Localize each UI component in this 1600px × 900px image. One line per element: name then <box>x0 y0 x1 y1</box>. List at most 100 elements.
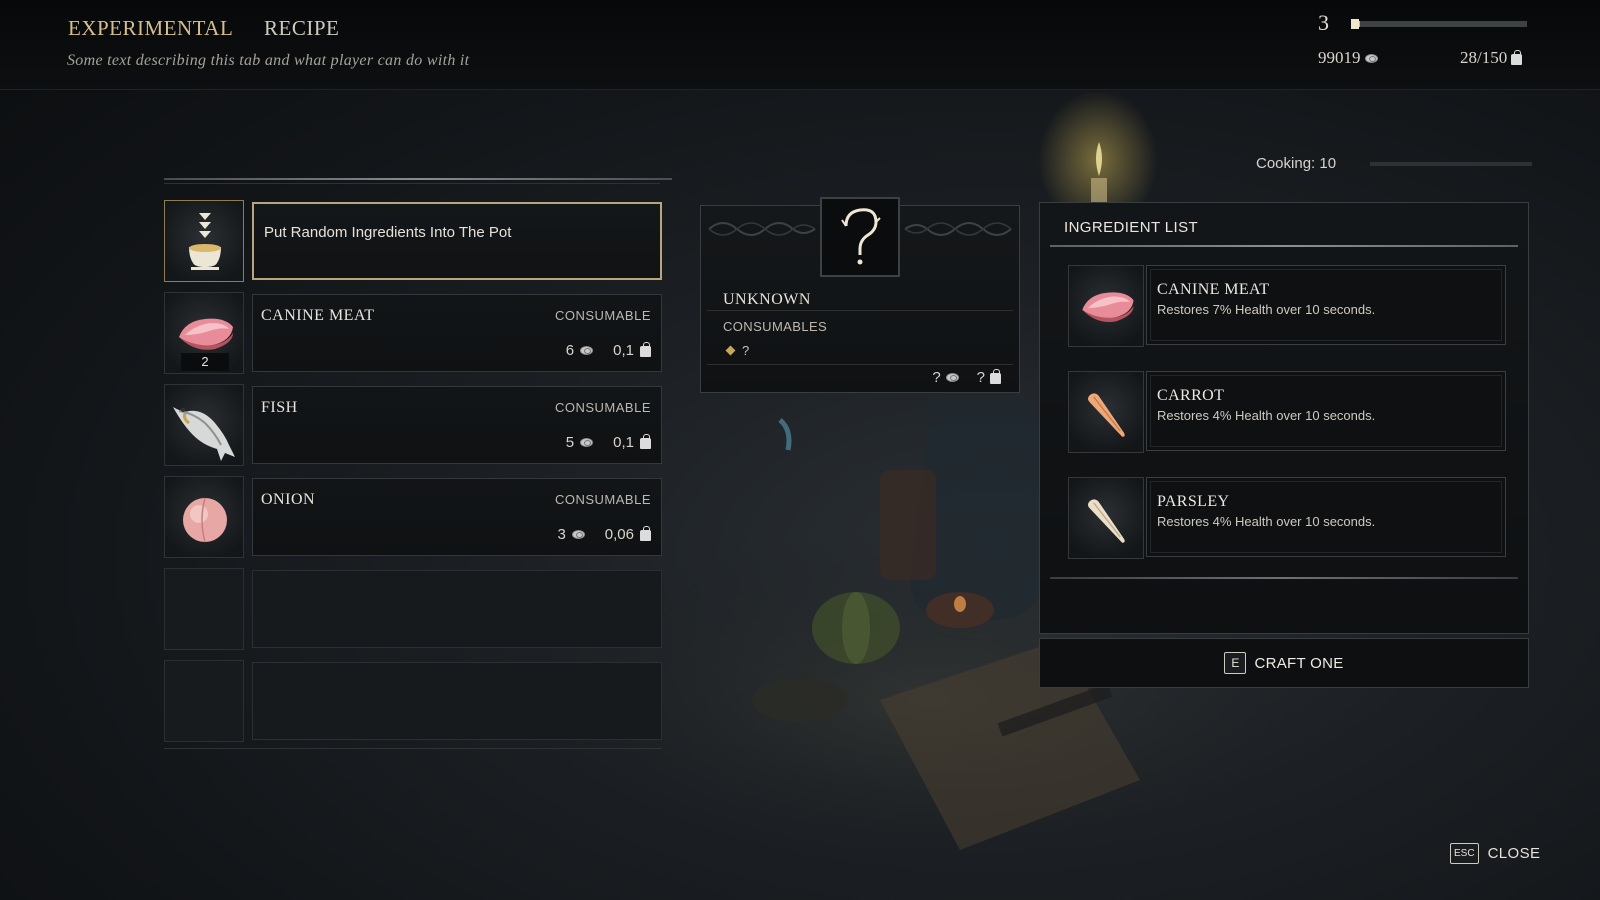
item-thumb <box>164 384 244 466</box>
tab-description: Some text describing this tab and what p… <box>67 52 470 69</box>
item-thumb: 2 <box>164 292 244 374</box>
level-progress-bar <box>1351 19 1527 29</box>
coin-icon <box>580 438 594 447</box>
item-price: 3 <box>557 526 566 543</box>
empty-slot-thumb <box>164 660 244 742</box>
top-bar: EXPERIMENTAL RECIPE Some text describing… <box>0 0 1600 90</box>
random-ingredients-row[interactable]: Put Random Ingredients Into The Pot <box>164 200 662 282</box>
result-name: UNKNOWN <box>723 291 811 308</box>
ingredient-list-title: INGREDIENT LIST <box>1064 219 1199 236</box>
close-label: CLOSE <box>1487 845 1541 862</box>
result-icon-frame <box>820 197 900 277</box>
empty-slot-row <box>164 660 662 742</box>
item-price: 6 <box>565 342 575 359</box>
empty-slot-row <box>164 568 662 650</box>
coin-icon <box>1364 53 1378 63</box>
item-weight: 0,1 <box>613 434 634 451</box>
craft-one-label: CRAFT ONE <box>1254 654 1344 672</box>
weight-icon <box>1511 49 1523 65</box>
item-values: 6 0,1 <box>566 342 651 359</box>
cooking-skill-label: Cooking: 10 <box>1256 155 1337 172</box>
gold-amount: 99019 <box>1318 48 1361 67</box>
item-category: CONSUMABLE <box>554 308 651 323</box>
item-panel[interactable]: ONION CONSUMABLE 3 0,06 <box>252 478 662 556</box>
inventory-item-row[interactable]: 2 CANINE MEAT CONSUMABLE 6 0,1 <box>164 292 662 374</box>
item-panel[interactable]: CANINE MEAT CONSUMABLE 6 0,1 <box>252 294 662 372</box>
tab-experimental[interactable]: EXPERIMENTAL <box>68 16 233 41</box>
craft-one-button[interactable]: E CRAFT ONE <box>1039 638 1529 688</box>
item-quantity: 2 <box>181 353 229 371</box>
ingredient-description: Restores 4% Health over 10 seconds. <box>1157 514 1376 529</box>
ingredient-panel: CARROT Restores 4% Health over 10 second… <box>1146 371 1506 451</box>
result-divider <box>707 310 1013 311</box>
weight-icon <box>640 434 651 449</box>
ornament-left-icon <box>708 222 816 236</box>
e-key-icon: E <box>1224 652 1247 674</box>
ingredient-thumb <box>1068 265 1144 347</box>
onion-icon <box>183 497 227 543</box>
item-category: CONSUMABLE <box>554 492 651 507</box>
result-bottom-divider <box>707 364 1013 365</box>
ingredient-name: PARSLEY <box>1157 493 1230 510</box>
left-list-top-divider-thin <box>164 183 660 184</box>
item-price: 5 <box>565 434 575 451</box>
result-rarity-value: ? <box>742 343 750 358</box>
ingredient-name: CARROT <box>1157 387 1225 404</box>
parsley-root-icon <box>1088 499 1125 543</box>
weight-icon <box>640 342 651 357</box>
weight-counter: 28/150 <box>1460 48 1523 68</box>
ingredient-panel: PARSLEY Restores 4% Health over 10 secon… <box>1146 477 1506 557</box>
result-category: CONSUMABLES <box>723 319 828 334</box>
item-weight: 0,1 <box>613 342 634 359</box>
result-weight: ? <box>976 369 985 386</box>
result-price: ? <box>932 369 941 386</box>
weight-amount: 28/150 <box>1460 48 1508 67</box>
inventory-item-row[interactable]: ONION CONSUMABLE 3 0,06 <box>164 476 662 558</box>
cooking-progress-bar <box>1370 162 1532 166</box>
ingredient-list-card: INGREDIENT LIST CANINE MEAT Restores 7% … <box>1039 202 1529 634</box>
left-list-top-divider <box>164 178 672 180</box>
coin-icon <box>571 530 585 539</box>
meat-icon <box>1082 292 1134 323</box>
pot-ingredients-icon <box>189 213 221 270</box>
level-progress-marker <box>1351 19 1359 29</box>
ingredient-panel: CANINE MEAT Restores 7% Health over 10 s… <box>1146 265 1506 345</box>
ingredient-row: CANINE MEAT Restores 7% Health over 10 s… <box>1068 265 1506 347</box>
result-values: ? ? <box>932 369 1001 386</box>
ingredient-list-divider <box>1050 245 1518 247</box>
random-ingredients-panel[interactable]: Put Random Ingredients Into The Pot <box>252 202 662 280</box>
ingredient-list-bottom-divider <box>1050 577 1518 579</box>
ornament-right-icon <box>904 222 1012 236</box>
ingredient-description: Restores 4% Health over 10 seconds. <box>1157 408 1376 423</box>
ingredient-thumb <box>1068 477 1144 559</box>
item-panel[interactable]: FISH CONSUMABLE 5 0,1 <box>252 386 662 464</box>
item-name: CANINE MEAT <box>261 307 375 324</box>
item-name: FISH <box>261 399 298 416</box>
empty-slot-panel <box>252 662 662 740</box>
inventory-item-row[interactable]: FISH CONSUMABLE 5 0,1 <box>164 384 662 466</box>
random-ingredients-label: Put Random Ingredients Into The Pot <box>264 224 512 241</box>
rarity-diamond-icon <box>725 345 736 356</box>
ingredient-row: PARSLEY Restores 4% Health over 10 secon… <box>1068 477 1506 559</box>
coin-icon <box>945 373 959 382</box>
gold-counter: 99019 <box>1318 48 1378 68</box>
empty-slot-panel <box>252 570 662 648</box>
close-button[interactable]: ESC CLOSE <box>1450 843 1540 864</box>
random-ingredients-thumb <box>164 200 244 282</box>
esc-key-icon: ESC <box>1450 843 1479 864</box>
ingredient-thumb <box>1068 371 1144 453</box>
item-thumb <box>164 476 244 558</box>
ingredient-description: Restores 7% Health over 10 seconds. <box>1157 302 1376 317</box>
weight-icon <box>990 369 1001 384</box>
weight-icon <box>640 526 651 541</box>
left-list-bottom-divider <box>164 748 662 749</box>
fish-icon <box>173 407 235 461</box>
carrot-icon <box>1088 393 1125 437</box>
question-mark-icon <box>841 208 881 265</box>
item-name: ONION <box>261 491 316 508</box>
tab-recipe[interactable]: RECIPE <box>264 16 339 41</box>
item-weight: 0,06 <box>604 526 634 543</box>
player-level: 3 <box>1318 10 1329 35</box>
ingredient-row: CARROT Restores 4% Health over 10 second… <box>1068 371 1506 453</box>
item-values: 5 0,1 <box>566 434 651 451</box>
